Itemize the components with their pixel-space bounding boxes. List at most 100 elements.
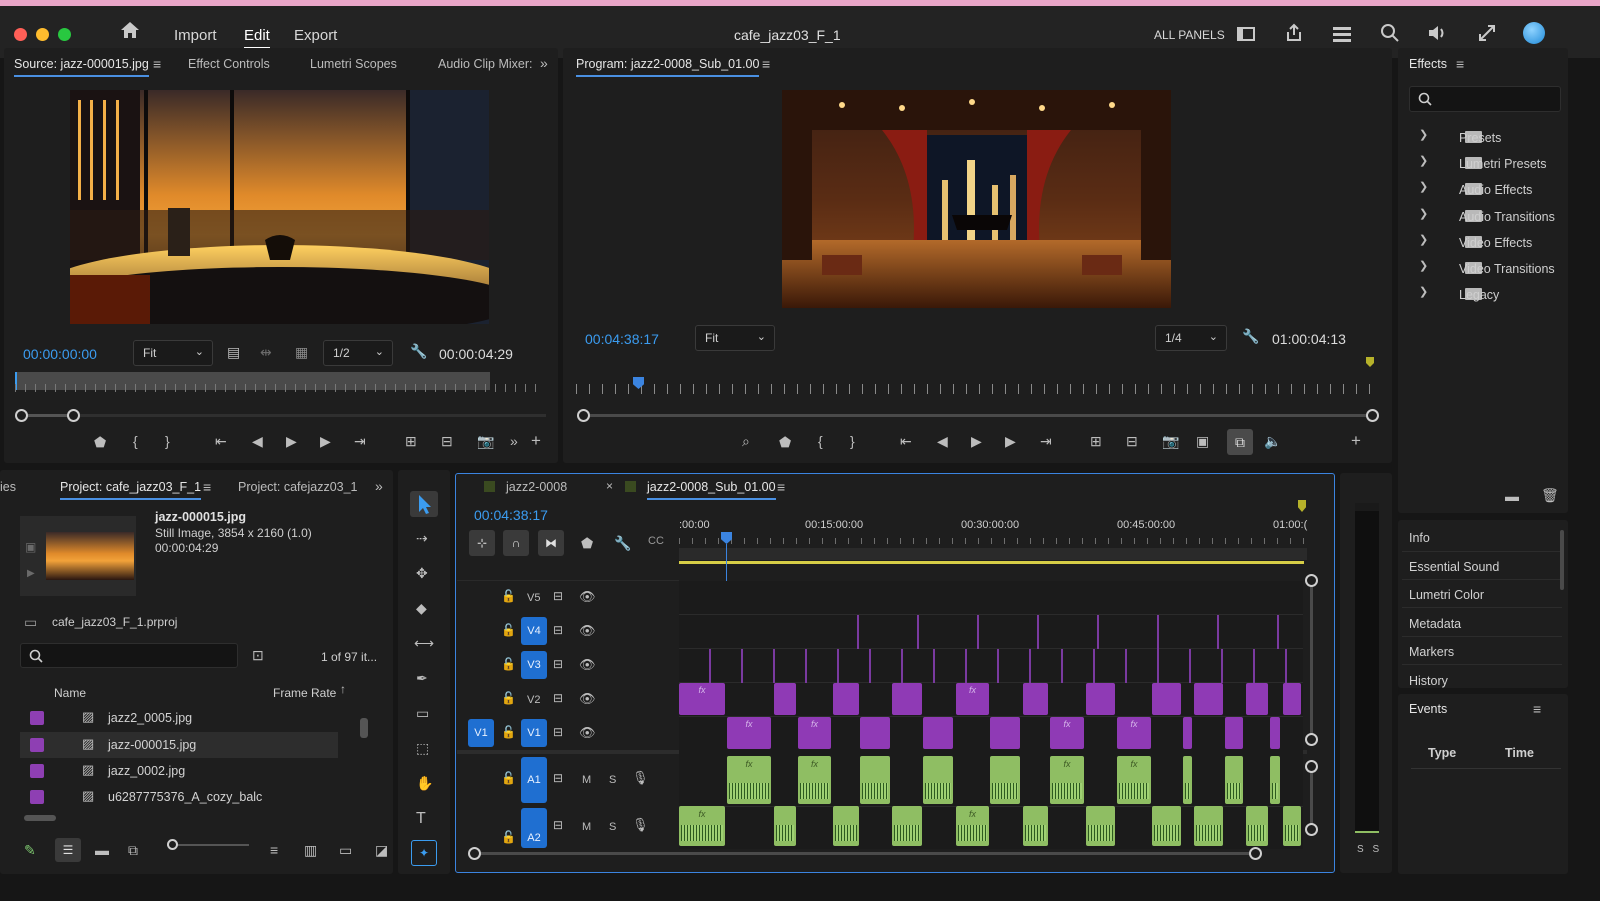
video-clip[interactable] (1246, 683, 1268, 715)
play-icon[interactable]: ▶︎ (27, 568, 35, 579)
audio-clip[interactable]: fx (679, 806, 725, 846)
video-clip[interactable]: fx (727, 717, 771, 749)
eye-icon[interactable]: 👁 (579, 726, 596, 739)
remix-tool-icon[interactable]: ⬚ (416, 741, 429, 755)
audio-clip[interactable] (1183, 756, 1192, 804)
rectangle-tool-icon[interactable]: ▭ (416, 706, 429, 720)
effects-title[interactable]: Effects (1409, 57, 1447, 71)
sync-lock-icon[interactable]: ⊟ (553, 624, 563, 636)
effects-search-input[interactable] (1409, 86, 1561, 112)
workspace-label[interactable]: ALL PANELS (1154, 28, 1225, 42)
lift-search-icon[interactable]: ⌕ (742, 434, 750, 448)
insert-frame-icon[interactable]: ▦ (295, 345, 308, 359)
play-icon[interactable]: ▶︎ (971, 434, 982, 448)
freeform-view-icon[interactable]: ⧉ (128, 843, 138, 857)
pencil-icon[interactable]: ✎ (24, 843, 36, 857)
events-title[interactable]: Events (1409, 702, 1447, 716)
tab-program[interactable]: Program: jazz2-0008_Sub_01.00 (576, 57, 760, 77)
source-fit-select[interactable]: Fit ⌄ (133, 340, 213, 366)
work-area[interactable] (679, 548, 1307, 560)
more-tabs-icon[interactable]: » (375, 479, 383, 493)
drag-video-icon[interactable]: ⇹ (260, 345, 272, 359)
label-color-swatch[interactable] (30, 764, 44, 778)
effects-item-audio-transitions[interactable]: Audio Transitions (1459, 210, 1555, 224)
tab-audio-clip-mixer[interactable]: Audio Clip Mixer: (438, 57, 532, 71)
microphone-icon[interactable]: 🎙 (632, 771, 649, 784)
hand-tool-icon[interactable]: ✋ (416, 776, 433, 790)
panel-menu-icon[interactable]: ≡ (153, 57, 161, 71)
audio-clip[interactable] (833, 806, 859, 846)
video-clip[interactable]: fx (679, 683, 725, 715)
sync-lock-icon[interactable]: ⊟ (553, 590, 563, 602)
audio-clip[interactable]: fx (798, 756, 831, 804)
track-label-v5[interactable]: V5 (527, 592, 540, 604)
button-editor-icon[interactable]: + (1351, 432, 1361, 449)
scrollbar-horizontal[interactable] (24, 815, 56, 821)
timeline-timecode[interactable]: 00:04:38:17 (474, 507, 548, 523)
mark-out-icon[interactable]: } (850, 434, 855, 448)
tab-effect-controls[interactable]: Effect Controls (188, 57, 270, 71)
lock-icon[interactable]: 🔓 (501, 831, 516, 843)
video-clip[interactable]: fx (1117, 717, 1151, 749)
chevron-right-icon[interactable]: ❯ (1419, 156, 1428, 167)
video-clip[interactable] (923, 717, 953, 749)
tab-source[interactable]: Source: jazz-000015.jpg (14, 57, 149, 77)
chevron-right-icon[interactable]: ❯ (1419, 130, 1428, 141)
menu-edit[interactable]: Edit (244, 27, 270, 49)
track-label-v2[interactable]: V2 (527, 694, 540, 706)
audio-clip[interactable]: fx (956, 806, 989, 846)
wrench-icon[interactable]: 🔧 (1242, 329, 1259, 343)
list-item[interactable]: ▨ u6287775376_A_cozy_balc (20, 784, 380, 810)
lock-icon[interactable]: 🔓 (501, 726, 516, 738)
pen-tool-icon[interactable]: ✒ (416, 671, 428, 685)
mute-button[interactable]: M (582, 774, 591, 786)
mute-button[interactable]: M (582, 821, 591, 833)
export-frame-icon[interactable]: 📷 (1162, 434, 1179, 448)
minimize-window-button[interactable] (36, 28, 49, 41)
find-icon[interactable]: ⊡ (252, 648, 264, 662)
source-patch-v1[interactable]: V1 (468, 719, 494, 747)
video-clip[interactable] (1023, 683, 1048, 715)
lock-icon[interactable]: 🔓 (501, 590, 516, 602)
tab-project-secondary[interactable]: Project: cafejazz03_1 (238, 480, 358, 494)
add-marker-icon[interactable]: ⬟ (94, 435, 106, 449)
trash-icon[interactable]: 🗑 (1541, 488, 1559, 502)
track-target-a2[interactable]: A2 (521, 808, 547, 848)
video-clip[interactable] (860, 717, 890, 749)
v3-clip-edges[interactable] (679, 649, 1303, 683)
video-clip[interactable] (1152, 683, 1181, 715)
audio-clip[interactable] (1086, 806, 1115, 846)
fullscreen-icon[interactable] (1477, 23, 1497, 43)
audio-clip[interactable] (1246, 806, 1268, 846)
captions-icon[interactable]: CC (648, 536, 664, 547)
volume-icon[interactable] (1427, 23, 1451, 43)
comparison-view-icon[interactable]: ▣ (1196, 434, 1209, 448)
track-target-v3[interactable]: V3 (521, 651, 547, 679)
audio-clip[interactable] (923, 756, 953, 804)
step-back-icon[interactable]: ◀︎ (937, 434, 948, 448)
audio-tracks-scrollbar[interactable] (1305, 760, 1318, 836)
menu-import[interactable]: Import (174, 27, 217, 44)
icon-view-icon[interactable]: ▬ (95, 843, 109, 857)
label-color-swatch[interactable] (30, 711, 44, 725)
video-clip[interactable] (892, 683, 922, 715)
panel-menu-icon[interactable]: ≡ (777, 480, 785, 494)
source-timecode[interactable]: 00:00:00:00 (23, 346, 97, 362)
linked-selection-icon[interactable]: ⧓ (538, 530, 564, 556)
effects-item-video-effects[interactable]: Video Effects (1459, 236, 1532, 250)
video-clip[interactable] (833, 683, 859, 715)
zoom-window-button[interactable] (58, 28, 71, 41)
export-frame-icon[interactable]: 📷 (477, 434, 494, 448)
lock-icon[interactable]: 🔓 (501, 772, 516, 784)
ripple-edit-tool-icon[interactable]: ✥ (416, 566, 428, 580)
sync-lock-icon[interactable]: ⊟ (553, 692, 563, 704)
video-clip[interactable] (990, 717, 1020, 749)
nest-icon[interactable]: ⊹ (469, 530, 495, 556)
lock-icon[interactable]: 🔓 (501, 658, 516, 670)
safe-margins-icon[interactable]: ▤ (227, 345, 240, 359)
panel-menu-icon[interactable]: ≡ (1533, 702, 1541, 716)
tab-libraries-partial[interactable]: ies (0, 480, 16, 494)
panel-lumetri-color[interactable]: Lumetri Color (1409, 588, 1484, 602)
effects-item-legacy[interactable]: Legacy (1459, 288, 1499, 302)
share-icon[interactable] (1284, 23, 1304, 43)
